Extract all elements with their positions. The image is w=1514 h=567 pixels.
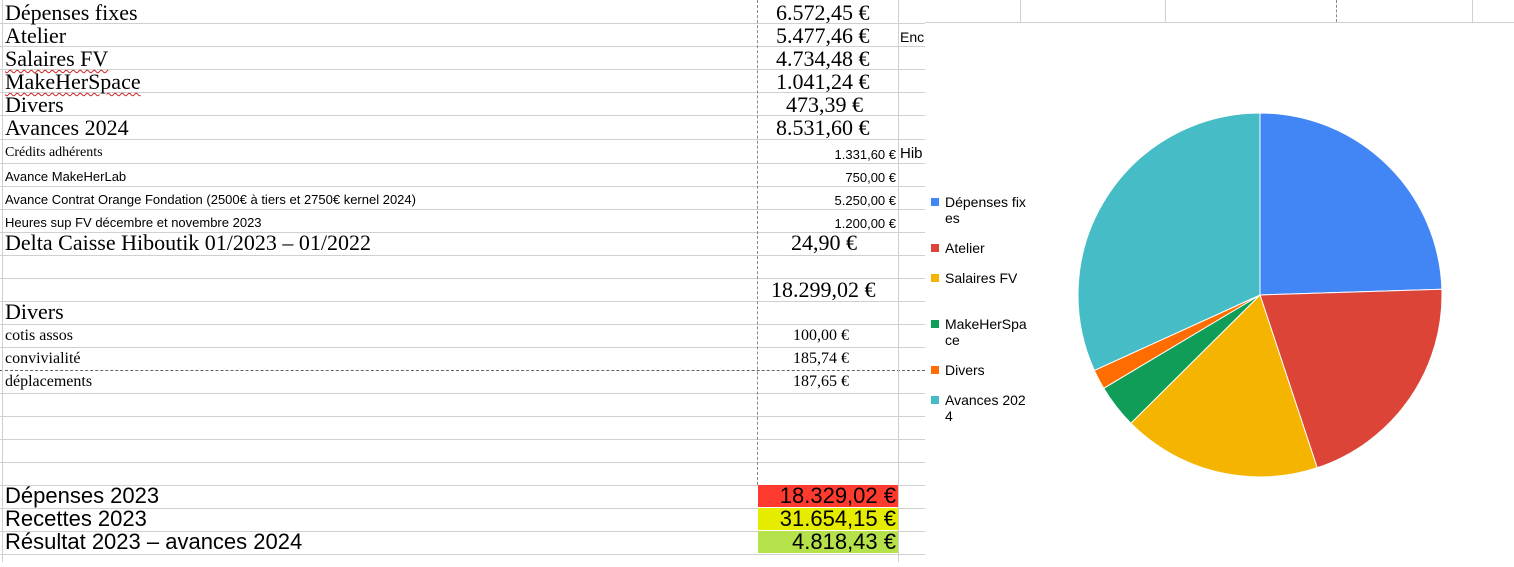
page-break-column bbox=[1336, 0, 1337, 22]
cell-value[interactable]: 750,00 € bbox=[845, 171, 896, 184]
legend-swatch bbox=[931, 274, 939, 282]
row-line bbox=[0, 439, 925, 440]
column-line bbox=[2, 0, 3, 562]
row-line bbox=[0, 347, 925, 348]
summary-label-result[interactable]: Résultat 2023 – avances 2024 bbox=[5, 531, 302, 553]
row-line bbox=[0, 462, 925, 463]
row-line bbox=[0, 255, 925, 256]
page-break-column bbox=[757, 0, 758, 485]
legend-swatch bbox=[931, 396, 939, 404]
cell-value[interactable]: 5.250,00 € bbox=[835, 194, 896, 207]
cell-value[interactable]: 185,74 € bbox=[793, 351, 849, 367]
cell-value[interactable]: 187,65 € bbox=[793, 374, 849, 390]
cell-label[interactable]: déplacements bbox=[5, 374, 92, 390]
summary-label-revenue[interactable]: Recettes 2023 bbox=[5, 508, 147, 530]
cell-label[interactable]: Dépenses fixes bbox=[5, 2, 138, 24]
cell-label[interactable]: Avances 2024 bbox=[5, 117, 129, 139]
cell-value[interactable]: 24,90 € bbox=[791, 232, 857, 254]
legend-label: Divers bbox=[945, 362, 985, 378]
row-line bbox=[0, 186, 925, 187]
cell-label[interactable]: cotis assos bbox=[5, 328, 73, 344]
cell-label[interactable]: Avance Contrat Orange Fondation (2500€ à… bbox=[5, 193, 416, 206]
cell-value[interactable]: 473,39 € bbox=[786, 94, 863, 116]
cell-label[interactable]: Divers bbox=[5, 94, 64, 116]
legend-swatch bbox=[931, 198, 939, 206]
summary-label-expenses[interactable]: Dépenses 2023 bbox=[5, 485, 159, 507]
cell-value[interactable]: 1.331,60 € bbox=[835, 148, 896, 161]
row-line bbox=[0, 416, 925, 417]
pie-svg bbox=[1077, 112, 1443, 478]
summary-value-revenue[interactable]: 31.654,15 € bbox=[780, 508, 896, 530]
row-line bbox=[0, 163, 925, 164]
summary-value-expenses[interactable]: 18.329,02 € bbox=[780, 485, 896, 507]
cell-label[interactable]: Avance MakeHerLab bbox=[5, 170, 126, 183]
cell-label[interactable]: Heures sup FV décembre et novembre 2023 bbox=[5, 216, 262, 229]
row-line bbox=[0, 324, 925, 325]
cell-label[interactable]: Delta Caisse Hiboutik 01/2023 – 01/2022 bbox=[5, 232, 371, 254]
legend-swatch bbox=[931, 244, 939, 252]
legend-label: Salaires FV bbox=[945, 270, 1018, 286]
cell-label[interactable]: Atelier bbox=[5, 25, 66, 47]
cell-value[interactable]: 100,00 € bbox=[793, 328, 849, 344]
row-line bbox=[0, 554, 925, 555]
legend-label: Dépenses fixes bbox=[945, 194, 1026, 226]
cell-label[interactable]: Salaires FV bbox=[5, 48, 108, 70]
cell-value[interactable]: 18.299,02 € bbox=[771, 279, 876, 301]
legend-swatch bbox=[931, 320, 939, 328]
cell-value[interactable]: 5.477,46 € bbox=[776, 25, 870, 47]
cell-label[interactable]: Crédits adhérents bbox=[5, 146, 103, 160]
legend-label: MakeHerSpace bbox=[945, 316, 1027, 348]
clipped-note[interactable]: Enc bbox=[900, 30, 924, 44]
column-line bbox=[1472, 0, 1473, 22]
cell-label[interactable]: MakeHerSpace bbox=[5, 71, 141, 93]
cell-value[interactable]: 4.734,48 € bbox=[776, 48, 870, 70]
summary-value-result[interactable]: 4.818,43 € bbox=[792, 531, 896, 553]
clipped-note[interactable]: Hib bbox=[900, 146, 923, 161]
cell-label[interactable]: Divers bbox=[5, 301, 64, 323]
cell-value[interactable]: 6.572,45 € bbox=[776, 2, 870, 24]
legend-label: Atelier bbox=[945, 240, 985, 256]
column-line bbox=[1165, 0, 1166, 22]
page-break-line bbox=[0, 370, 925, 372]
column-line bbox=[898, 0, 899, 562]
cell-value[interactable]: 8.531,60 € bbox=[776, 117, 870, 139]
cell-label[interactable]: convivialité bbox=[5, 351, 81, 367]
pie-slice-0[interactable] bbox=[1259, 112, 1443, 296]
pie-chart[interactable] bbox=[925, 23, 1514, 562]
column-line bbox=[1020, 0, 1021, 22]
legend-swatch bbox=[931, 366, 939, 374]
cell-value[interactable]: 1.200,00 € bbox=[835, 217, 896, 230]
row-line bbox=[0, 209, 925, 210]
cell-value[interactable]: 1.041,24 € bbox=[776, 71, 870, 93]
legend-label: Avances 2024 bbox=[945, 392, 1026, 424]
row-line bbox=[0, 393, 925, 394]
